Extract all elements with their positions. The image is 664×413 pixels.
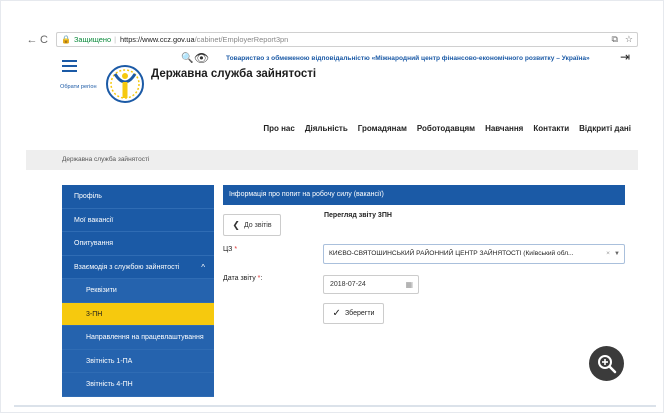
sidebar-item-requisites[interactable]: Реквізити: [62, 279, 214, 303]
clear-icon[interactable]: ×: [606, 245, 610, 263]
accessibility-eye-icon[interactable]: 👁: [194, 51, 209, 65]
panel-title: Інформація про попит на робочу силу (вак…: [223, 185, 625, 205]
main-navigation: Про нас Діяльність Громадянам Роботодавц…: [253, 124, 631, 133]
zoom-in-icon[interactable]: [589, 346, 624, 381]
sidebar-item-interaction[interactable]: Взаємодія з службою зайнятості ^: [62, 255, 214, 279]
cz-label: ЦЗ *: [223, 246, 238, 253]
nav-about[interactable]: Про нас: [263, 124, 294, 133]
choose-region-link[interactable]: Обрати регіон: [60, 84, 97, 90]
bottom-divider: [14, 405, 656, 407]
search-icon[interactable]: 🔍: [181, 53, 193, 64]
back-to-reports-button[interactable]: ❮ До звітів: [223, 214, 281, 236]
sidebar-item-my-vacancies[interactable]: Мої вакансії: [62, 208, 214, 232]
translate-icon[interactable]: ⧉: [611, 34, 617, 45]
save-button[interactable]: ✓ Зберегти: [323, 303, 384, 324]
back-button-label: До звітів: [243, 221, 272, 229]
reload-icon[interactable]: C: [38, 33, 50, 47]
logout-icon[interactable]: ⇥: [620, 50, 630, 64]
secure-label: Защищено: [73, 35, 112, 44]
sidebar-item-3pn[interactable]: 3-ПН: [62, 302, 214, 326]
hamburger-menu-icon[interactable]: [62, 60, 77, 75]
nav-open-data[interactable]: Відкриті дані: [579, 124, 631, 133]
url-path: /cabinet/EmployerReport3pn: [194, 35, 289, 44]
nav-citizens[interactable]: Громадянам: [358, 124, 407, 133]
checkmark-icon: ✓: [332, 308, 341, 319]
address-bar[interactable]: 🔒 Защищено | https://www.ccz.gov.ua /cab…: [56, 32, 638, 47]
chevron-up-icon: ^: [201, 262, 205, 272]
site-title: Державна служба зайнятості: [151, 68, 317, 80]
nav-employers[interactable]: Роботодавцям: [417, 124, 475, 133]
lock-icon: 🔒: [61, 35, 71, 44]
nav-activity[interactable]: Діяльність: [305, 124, 348, 133]
bookmark-star-icon[interactable]: ☆: [625, 34, 633, 45]
cz-selected-value: КИЄВО-СВЯТОШИНСЬКИЙ РАЙОННИЙ ЦЕНТР ЗАЙНЯ…: [329, 250, 574, 257]
address-separator: |: [114, 35, 116, 44]
cz-select[interactable]: КИЄВО-СВЯТОШИНСЬКИЙ РАЙОННИЙ ЦЕНТР ЗАЙНЯ…: [323, 244, 625, 264]
breadcrumb-home-link[interactable]: Державна служба зайнятості: [62, 156, 149, 163]
sidebar-item-report-4pn[interactable]: Звітність 4-ПН: [62, 373, 214, 397]
url-host: https://www.ccz.gov.ua: [119, 35, 195, 44]
chevron-left-icon: ❮: [232, 219, 240, 230]
sidebar-item-profile[interactable]: Профіль: [62, 185, 214, 209]
nav-contacts[interactable]: Контакти: [533, 124, 569, 133]
dropdown-arrow-icon[interactable]: ▼: [614, 245, 620, 263]
save-button-label: Зберегти: [344, 310, 375, 317]
back-arrow-icon[interactable]: ←: [26, 33, 38, 47]
address-actions: ⧉ ☆: [611, 34, 633, 45]
browser-toolbar: ← C 🔒 Защищено | https://www.ccz.gov.ua …: [26, 31, 638, 48]
organization-link[interactable]: Товариство з обмеженою відповідальністю …: [226, 55, 590, 62]
sidebar-item-referrals[interactable]: Направлення на працевлаштування: [62, 326, 214, 350]
date-value: 2018-07-24: [330, 281, 366, 288]
report-date-input[interactable]: 2018-07-24 ▦: [323, 275, 419, 294]
sidebar-item-report-1pa[interactable]: Звітність 1-ПА: [62, 349, 214, 373]
sidebar-menu: Профіль Мої вакансії Опитування Взаємоді…: [62, 185, 214, 397]
calendar-icon[interactable]: ▦: [405, 276, 413, 293]
breadcrumb: Державна служба зайнятості: [26, 150, 638, 170]
nav-education[interactable]: Навчання: [485, 124, 523, 133]
sidebar-item-surveys[interactable]: Опитування: [62, 232, 214, 256]
report-view-title: Перегляд звіту 3ПН: [324, 212, 392, 219]
employment-service-logo: [106, 65, 144, 103]
date-label: Дата звіту *:: [223, 275, 263, 282]
